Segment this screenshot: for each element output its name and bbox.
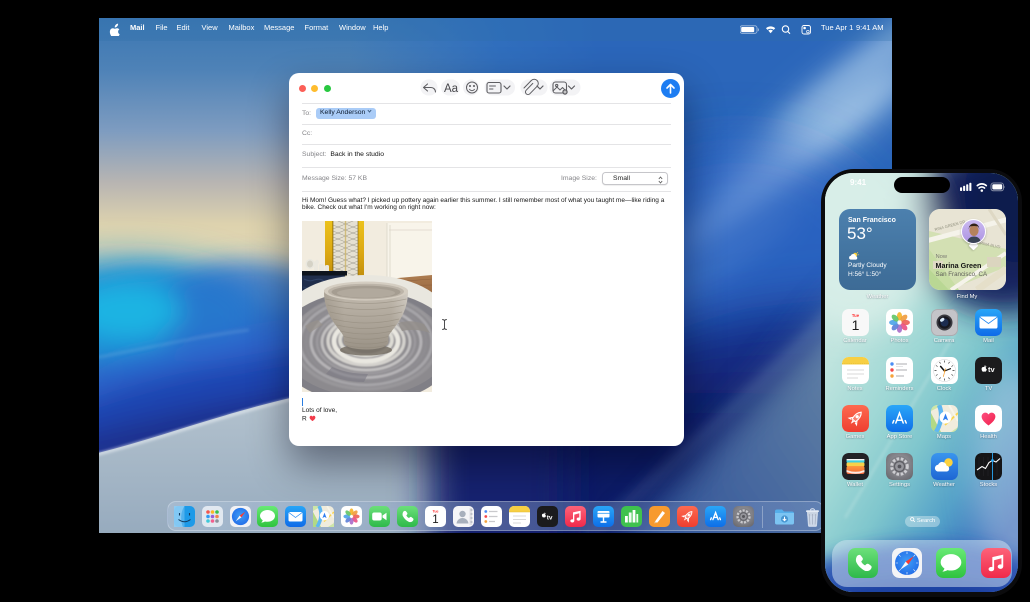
svg-text:Tue: Tue xyxy=(433,510,439,514)
svg-text:tv: tv xyxy=(988,365,995,374)
svg-text:1: 1 xyxy=(433,514,439,526)
svg-text:Aa: Aa xyxy=(444,83,459,95)
svg-text:1: 1 xyxy=(851,317,859,333)
svg-text:tv: tv xyxy=(547,515,553,522)
